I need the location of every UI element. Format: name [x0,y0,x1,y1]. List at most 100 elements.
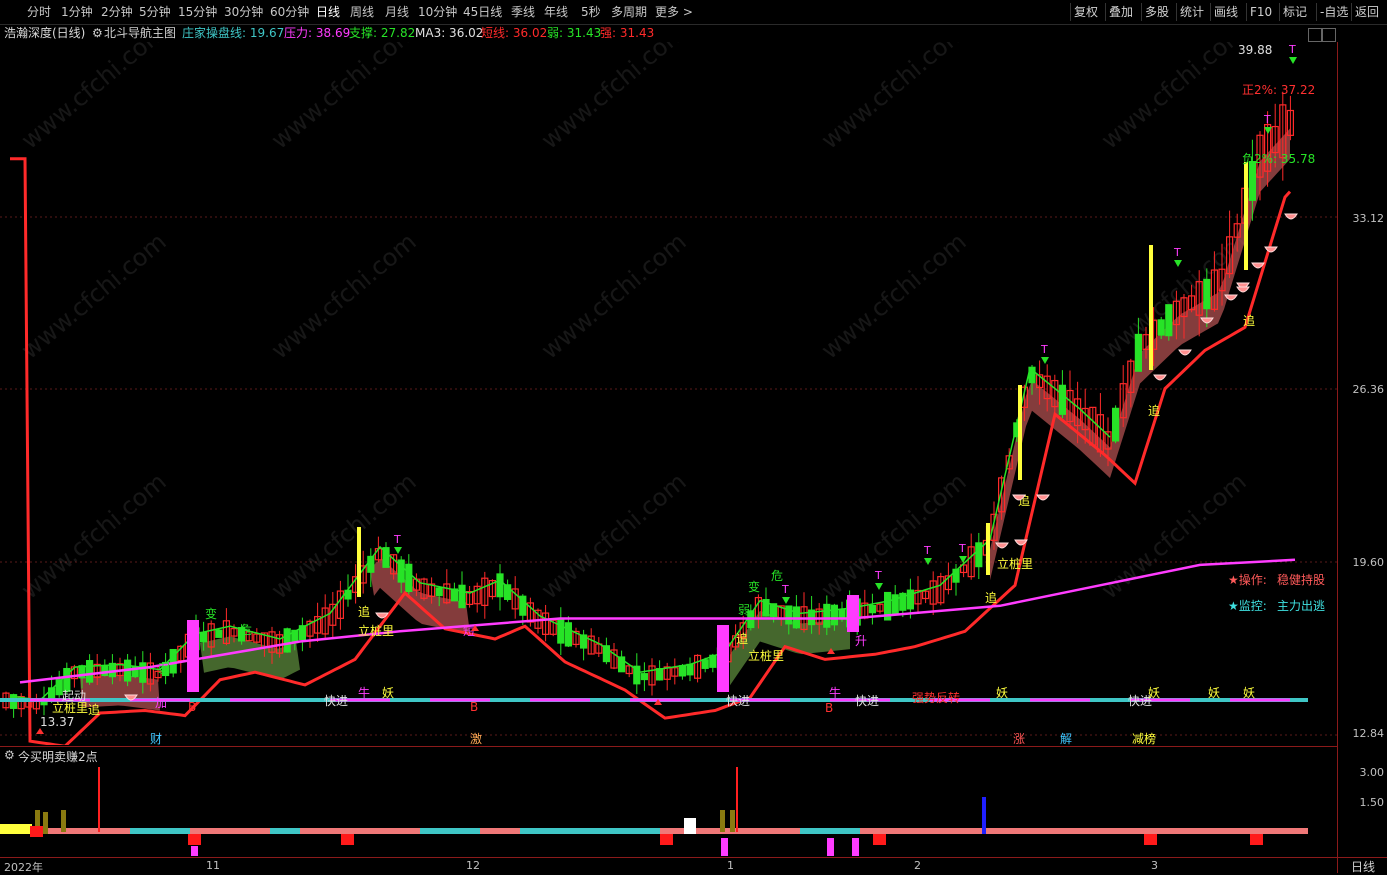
price-tick: 19.60 [1352,556,1385,569]
period-tab[interactable]: 45日线 [463,4,502,20]
period-tab[interactable]: 5秒 [581,4,601,20]
monitor-label: ★监控: [1228,599,1267,613]
period-tab[interactable]: 5分钟 [139,4,171,20]
watermark-text: www.cfchi.com [1096,42,1252,155]
time-tick: 2022年 [4,861,43,874]
candle-body [557,618,565,644]
signal-label: 妖 [996,686,1008,700]
sub-tick: 1.50 [1359,796,1385,809]
signal-label: 升 [855,634,867,648]
signal-label: 涨 [1013,731,1025,745]
candle-body [678,665,687,677]
fan-icon [1284,213,1298,220]
signal-label: 弱 [738,603,750,617]
watermark-text: www.cfchi.com [536,42,692,155]
signal-label: 追 [88,702,100,717]
down-arrow [1174,260,1182,267]
period-tab[interactable]: 15分钟 [178,4,217,20]
time-tick: 1 [727,859,734,872]
period-tab[interactable]: 60分钟 [270,4,309,20]
sub-box [873,834,886,845]
signal-line [986,523,990,575]
toolbar-button[interactable]: 画线 [1210,3,1241,21]
t-label: T [923,544,931,557]
stock-title: 浩瀚深度(日线) [4,26,86,40]
panel-maximize-button[interactable] [1322,28,1336,42]
signal-bar [717,625,729,692]
period-tab[interactable]: 更多 > [655,4,693,20]
sub-box [341,834,354,845]
sub-magenta [191,846,198,856]
signal-bar [187,620,199,692]
sub-settings-icon[interactable]: ⚙ [4,748,15,762]
monitor-value: 主力出逃 [1277,599,1326,613]
high-price-label: 39.88 [1238,43,1273,57]
settings-icon[interactable]: ⚙ [92,25,103,41]
toolbar-button[interactable]: F10 [1246,3,1275,21]
sub-tick: 3.00 [1359,766,1385,779]
candle-body [200,631,208,643]
time-axis: 2022年 11 12 1 2 3 [0,857,1337,874]
period-tab[interactable]: 分时 [27,4,51,20]
signal-label: 激 [470,732,482,745]
watermark-text: www.cfchi.com [816,227,972,364]
signal-label: 妖 [1208,686,1220,700]
down-arrow [1289,57,1297,64]
toolbar-button[interactable]: 复权 [1070,3,1101,21]
indicator-name[interactable]: 北斗导航主图 [104,25,176,41]
candle-body [1058,384,1067,415]
period-tab[interactable]: 多周期 [611,4,647,20]
signal-label: 立桩里 [997,556,1033,571]
watermark-text: www.cfchi.com [816,42,972,155]
operation-value: 稳健持股 [1277,573,1326,587]
sub-magenta [721,838,728,856]
signal-line [357,527,361,597]
period-tab[interactable]: 季线 [511,4,535,20]
period-tab[interactable]: 2分钟 [101,4,133,20]
kline-chart[interactable]: www.cfchi.com www.cfchi.com www.cfchi.com w… [0,42,1337,745]
signal-label: 追 [736,631,748,646]
period-tab[interactable]: 1分钟 [61,4,93,20]
legend-item: 庄家操盘线: 19.67 [182,26,285,40]
period-tab[interactable]: 月线 [385,4,409,20]
toolbar-button[interactable]: -自选 [1316,3,1351,21]
period-tab[interactable]: 30分钟 [224,4,263,20]
legend-item: 短线: 36.02 [481,26,548,40]
watermark-text: www.cfchi.com [536,467,692,604]
signal-label: 立桩里 [358,623,394,638]
candle-body [640,673,649,681]
t-label: T [393,533,401,546]
t-label: T [1288,43,1296,56]
period-indicator[interactable]: 日线 [1337,857,1387,874]
sub-indicator-header: ⚙ 今买明卖赚2点 [0,746,1337,764]
signal-label: 强势反转 [912,690,960,705]
signal-label: 追 [1148,403,1160,418]
candle-body [1157,319,1165,336]
toolbar-button[interactable]: 标记 [1279,3,1310,21]
toolbar-button[interactable]: 返回 [1351,3,1382,21]
toolbar-button[interactable]: 多股 [1141,3,1172,21]
candle-body [701,659,709,669]
sub-indicator-chart[interactable] [0,762,1337,857]
legend-item: 强: 31.43 [600,26,655,40]
toolbar-button[interactable]: 统计 [1176,3,1207,21]
signal-label: 牛 [358,685,370,700]
t-label: T [958,542,966,555]
candle-body [830,604,839,626]
panel-collapse-button[interactable] [1308,28,1322,42]
candle-body [85,660,94,683]
signal-label: 快进 [324,694,348,708]
t-label: T [1040,343,1048,356]
signal-label: 妖 [1148,686,1160,700]
candle-body [838,609,846,620]
period-tab[interactable]: 年线 [544,4,568,20]
legend-item: 支撑: 27.82 [349,26,416,40]
candle-body [975,542,983,568]
signal-label: 变 [205,606,217,621]
period-tab[interactable]: 日线 [316,4,340,20]
t-label: T [1263,113,1271,126]
toolbar-button[interactable]: 叠加 [1105,3,1136,21]
sub-box [660,834,673,845]
period-tab[interactable]: 周线 [350,4,374,20]
period-tab[interactable]: 10分钟 [418,4,457,20]
